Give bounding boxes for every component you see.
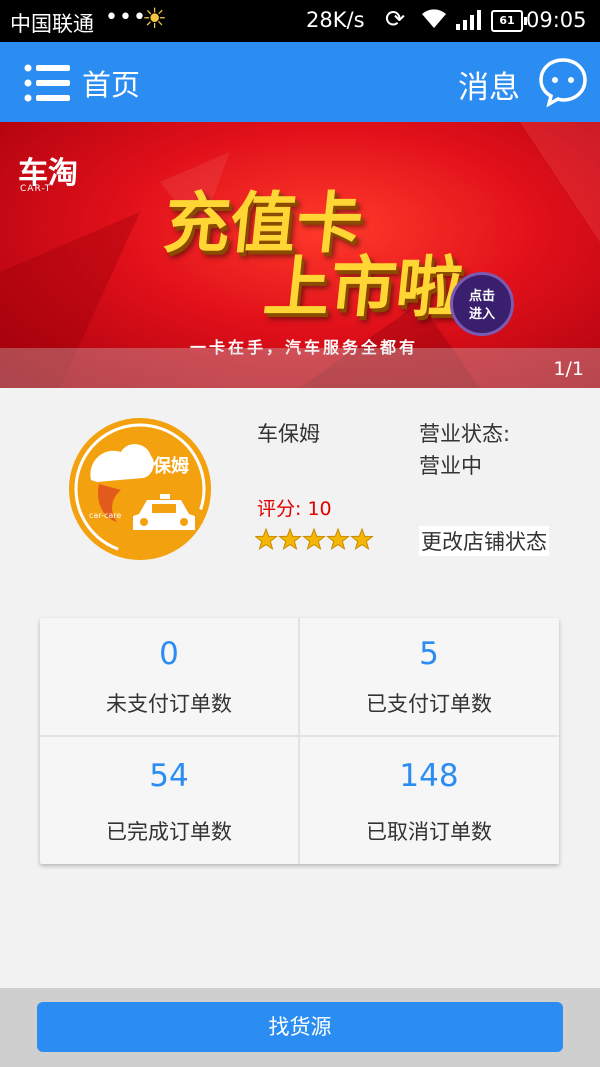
stat-unpaid-orders[interactable]: 0 未支付订单数 (40, 618, 298, 740)
stat-value: 0 (159, 636, 179, 672)
banner-page-indicator: 1/1 (553, 358, 584, 380)
order-stats-card: 0 未支付订单数 5 已支付订单数 54 已完成订单数 148 已取消订单数 (40, 618, 559, 864)
business-status-value: 营业中 (419, 454, 482, 478)
banner-pager-strip (0, 348, 600, 388)
banner-enter-badge[interactable]: 点击 进入 (450, 272, 514, 336)
bottom-bar: 找货源 (0, 988, 600, 1067)
menu-icon[interactable] (24, 64, 72, 102)
star-icon (278, 528, 302, 551)
business-status-label: 营业状态: (419, 422, 511, 446)
notification-dots: ••• (105, 5, 147, 30)
shop-logo-text: 车保姆 (135, 456, 189, 477)
stat-label: 未支付订单数 (106, 692, 232, 716)
carrier-name: 中国联通 (10, 12, 94, 36)
rating-stars (255, 528, 374, 551)
promo-banner[interactable]: 车淘 CAR-T 充值卡 上市啦 点击 进入 一卡在手，汽车服务全都有 1/1 (0, 122, 600, 388)
shop-logo: 车保姆 car-care (69, 418, 211, 560)
app-header: 首页 消息 (0, 42, 600, 122)
stat-label: 已取消订单数 (366, 820, 492, 844)
banner-headline-2: 上市啦 (260, 249, 467, 326)
shop-score: 评分: 10 (257, 498, 332, 520)
stat-paid-orders[interactable]: 5 已支付订单数 (300, 618, 558, 740)
shop-info: 车保姆 car-care 车保姆 营业状态: 营业中 评分: 10 更改店铺状态 (0, 388, 600, 588)
star-icon (326, 528, 350, 551)
stat-value: 54 (149, 758, 189, 794)
stat-label: 已完成订单数 (106, 820, 232, 844)
change-shop-status-button[interactable]: 更改店铺状态 (419, 526, 549, 556)
battery-icon: 61 (491, 10, 527, 32)
find-supply-button[interactable]: 找货源 (37, 1002, 563, 1052)
status-bar: 中国联通 ••• ☀ 28K/s ⟳ 61 09:05 (0, 0, 600, 42)
star-icon (255, 528, 278, 551)
sun-icon: ☀ (142, 2, 168, 35)
stat-completed-orders[interactable]: 54 已完成订单数 (40, 742, 298, 864)
chat-icon[interactable] (537, 56, 589, 108)
stat-value: 148 (399, 758, 459, 794)
star-icon (302, 528, 326, 551)
stat-value: 5 (419, 636, 439, 672)
stat-cancelled-orders[interactable]: 148 已取消订单数 (300, 742, 558, 864)
wifi-icon (420, 6, 448, 35)
clock: 09:05 (526, 8, 587, 32)
network-speed: 28K/s (306, 8, 365, 32)
star-icon (350, 528, 374, 551)
shop-name: 车保姆 (257, 422, 320, 446)
signal-icon (456, 10, 482, 35)
page-title: 首页 (82, 68, 141, 102)
shop-logo-sub: car-care (89, 511, 122, 520)
sync-icon: ⟳ (385, 5, 406, 33)
stat-label: 已支付订单数 (366, 692, 492, 716)
banner-logo-sub: CAR-T (20, 184, 52, 194)
messages-button[interactable]: 消息 (458, 62, 520, 107)
